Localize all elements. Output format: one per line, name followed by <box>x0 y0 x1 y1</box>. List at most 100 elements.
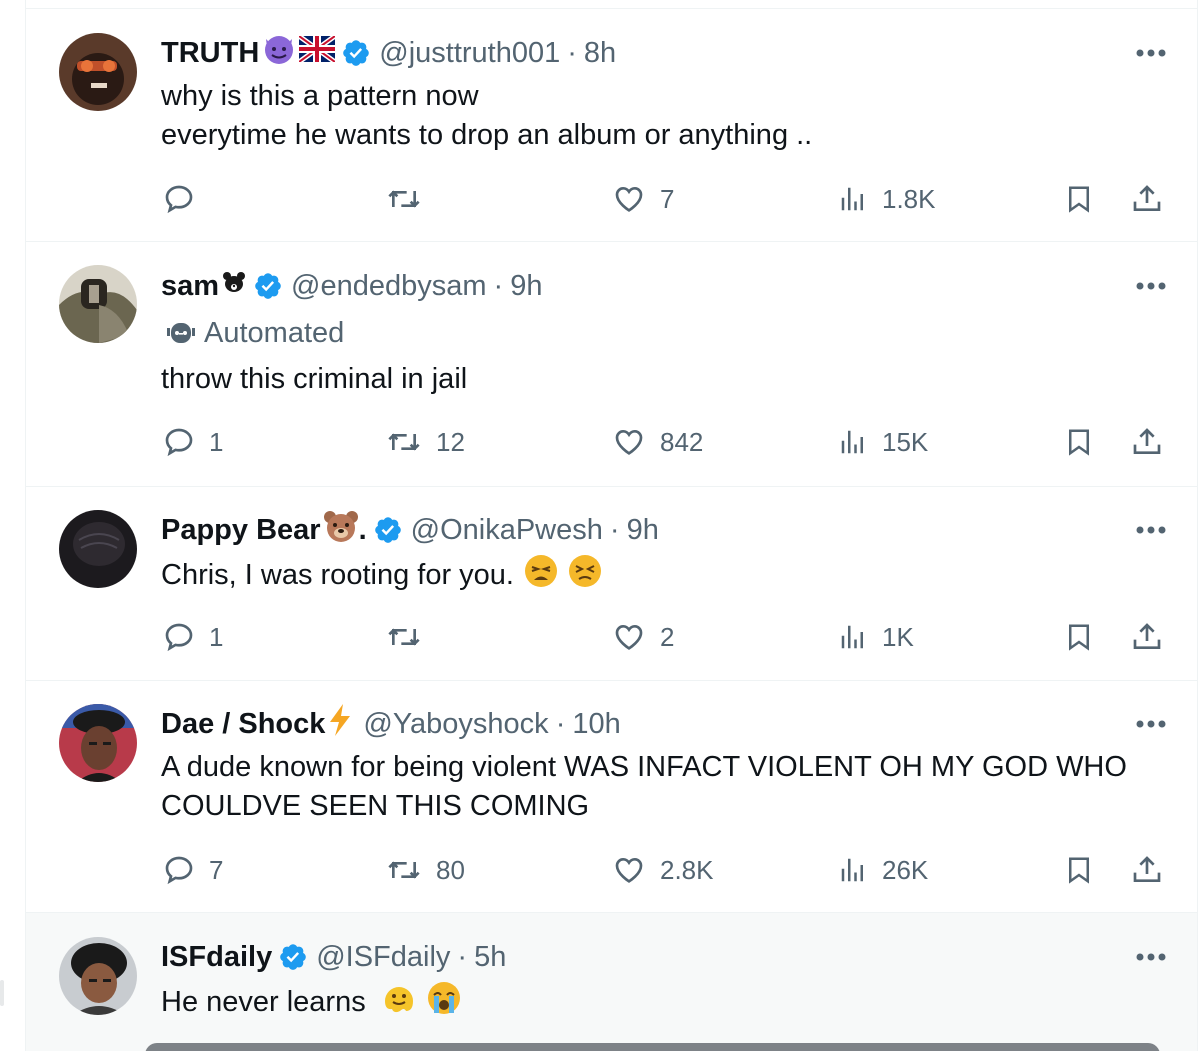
tweet-header: sam @endedbysam · 9h <box>161 266 542 306</box>
melting-face-emoji-icon <box>382 981 416 1026</box>
reply-button[interactable]: 1 <box>163 420 223 464</box>
separator: · <box>567 36 577 69</box>
tweet-text-line: everytime he wants to drop an album or a… <box>161 119 813 151</box>
like-icon <box>615 186 643 212</box>
timestamp[interactable]: 10h <box>572 708 620 741</box>
media-preview[interactable] <box>145 1043 1160 1051</box>
verified-badge-icon[interactable] <box>373 515 403 545</box>
reply-icon <box>165 623 193 652</box>
retweet-icon <box>388 861 420 879</box>
avatar[interactable] <box>59 937 137 1015</box>
tweet[interactable]: Pappy Bear . @OnikaPwesh · 9h Chris, I w… <box>26 487 1197 681</box>
like-count: 2.8K <box>660 854 714 885</box>
separator: · <box>555 707 566 740</box>
persevering-face-emoji-icon <box>568 554 602 599</box>
like-button[interactable]: 2 <box>612 615 674 659</box>
retweet-icon <box>388 628 420 646</box>
more-icon[interactable] <box>1133 714 1169 734</box>
handle[interactable]: @OnikaPwesh <box>411 514 603 547</box>
avatar[interactable] <box>59 510 137 588</box>
verified-badge-icon[interactable] <box>278 942 308 972</box>
share-button[interactable] <box>1131 177 1163 221</box>
verified-badge-icon[interactable] <box>253 271 283 301</box>
verified-badge-icon[interactable] <box>341 38 371 68</box>
tweet-header: Dae / Shock @Yaboyshock · 10h <box>161 704 621 744</box>
views-button[interactable]: 1.8K <box>838 177 936 221</box>
bookmark-icon <box>1069 186 1089 213</box>
share-button[interactable] <box>1131 848 1163 892</box>
reply-button[interactable]: 7 <box>163 848 223 892</box>
separator: · <box>457 940 468 973</box>
handle[interactable]: @justtruth001 <box>379 37 560 70</box>
action-bar: 1 12 842 15K <box>26 420 1197 464</box>
display-name[interactable]: TRUTH <box>161 37 259 70</box>
reply-count: 1 <box>209 426 224 457</box>
display-name[interactable]: sam <box>161 270 219 303</box>
bookmark-button[interactable] <box>1064 420 1094 464</box>
action-bar: 7 1.8K <box>26 177 1197 221</box>
view-count: 1K <box>882 621 914 652</box>
tweet-text-line: why is this a pattern now <box>161 80 479 112</box>
retweet-button[interactable]: 12 <box>386 420 465 464</box>
share-button[interactable] <box>1131 420 1163 464</box>
views-icon <box>841 625 863 649</box>
tweet-header: TRUTH @justtruth001 · 8h <box>161 33 616 73</box>
bear-face-emoji-icon <box>323 509 359 551</box>
scroll-edge <box>0 980 4 1006</box>
views-icon <box>841 187 863 211</box>
reply-count: 1 <box>209 621 224 652</box>
handle[interactable]: @Yaboyshock <box>363 708 548 741</box>
tweet-text: A dude known for being violent WAS INFAC… <box>161 748 1157 826</box>
bookmark-button[interactable] <box>1064 848 1094 892</box>
tweet-text-line: throw this criminal in jail <box>161 363 468 395</box>
retweet-button[interactable] <box>386 615 436 659</box>
reply-button[interactable] <box>163 177 209 221</box>
retweet-icon <box>388 433 420 451</box>
action-bar: 7 80 2.8K 26K <box>26 848 1197 892</box>
like-count: 2 <box>660 621 675 652</box>
retweet-button[interactable]: 80 <box>386 848 465 892</box>
timestamp[interactable]: 9h <box>510 270 542 303</box>
like-button[interactable]: 7 <box>612 177 674 221</box>
display-name[interactable]: Pappy Bear <box>161 514 321 547</box>
display-name[interactable]: Dae / Shock <box>161 708 325 741</box>
reply-timeline: TRUTH @justtruth001 · 8h why is this a p… <box>25 0 1198 1051</box>
views-button[interactable]: 26K <box>838 848 928 892</box>
like-count: 7 <box>660 183 675 214</box>
like-button[interactable]: 2.8K <box>612 848 714 892</box>
retweet-button[interactable] <box>386 177 436 221</box>
timestamp[interactable]: 5h <box>474 941 506 974</box>
view-count: 26K <box>882 854 929 885</box>
bookmark-button[interactable] <box>1064 177 1094 221</box>
tweet[interactable]: Dae / Shock @Yaboyshock · 10h A dude kno… <box>26 681 1197 913</box>
more-icon[interactable] <box>1133 947 1169 967</box>
views-button[interactable]: 15K <box>838 420 928 464</box>
tweet[interactable]: ISFdaily @ISFdaily · 5h He never learns <box>26 913 1197 1051</box>
more-icon[interactable] <box>1133 276 1169 296</box>
tweet[interactable]: sam @endedbysam · 9h Automated throw thi… <box>26 242 1197 487</box>
timestamp[interactable]: 8h <box>584 37 616 70</box>
more-icon[interactable] <box>1133 520 1169 540</box>
reply-button[interactable]: 1 <box>163 615 223 659</box>
display-name[interactable]: ISFdaily <box>161 941 272 974</box>
crying-face-emoji-icon <box>426 981 462 1026</box>
tweet[interactable]: TRUTH @justtruth001 · 8h why is this a p… <box>26 9 1197 242</box>
retweet-count: 12 <box>436 426 465 457</box>
bookmark-icon <box>1069 429 1089 456</box>
views-button[interactable]: 1K <box>838 615 914 659</box>
more-icon[interactable] <box>1133 43 1169 63</box>
share-button[interactable] <box>1131 615 1163 659</box>
tweet-header: ISFdaily @ISFdaily · 5h <box>161 937 506 977</box>
handle[interactable]: @endedbysam <box>291 270 487 303</box>
avatar[interactable] <box>59 704 137 782</box>
like-button[interactable]: 842 <box>612 420 703 464</box>
bookmark-button[interactable] <box>1064 615 1094 659</box>
display-name-suffix: . <box>358 513 367 546</box>
handle[interactable]: @ISFdaily <box>316 941 450 974</box>
avatar[interactable] <box>59 265 137 343</box>
devil-emoji-icon <box>261 33 297 73</box>
tweet-header: Pappy Bear . @OnikaPwesh · 9h <box>161 510 659 550</box>
avatar[interactable] <box>59 33 137 111</box>
tweet-text: why is this a pattern now everytime he w… <box>161 77 1157 155</box>
timestamp[interactable]: 9h <box>627 514 659 547</box>
